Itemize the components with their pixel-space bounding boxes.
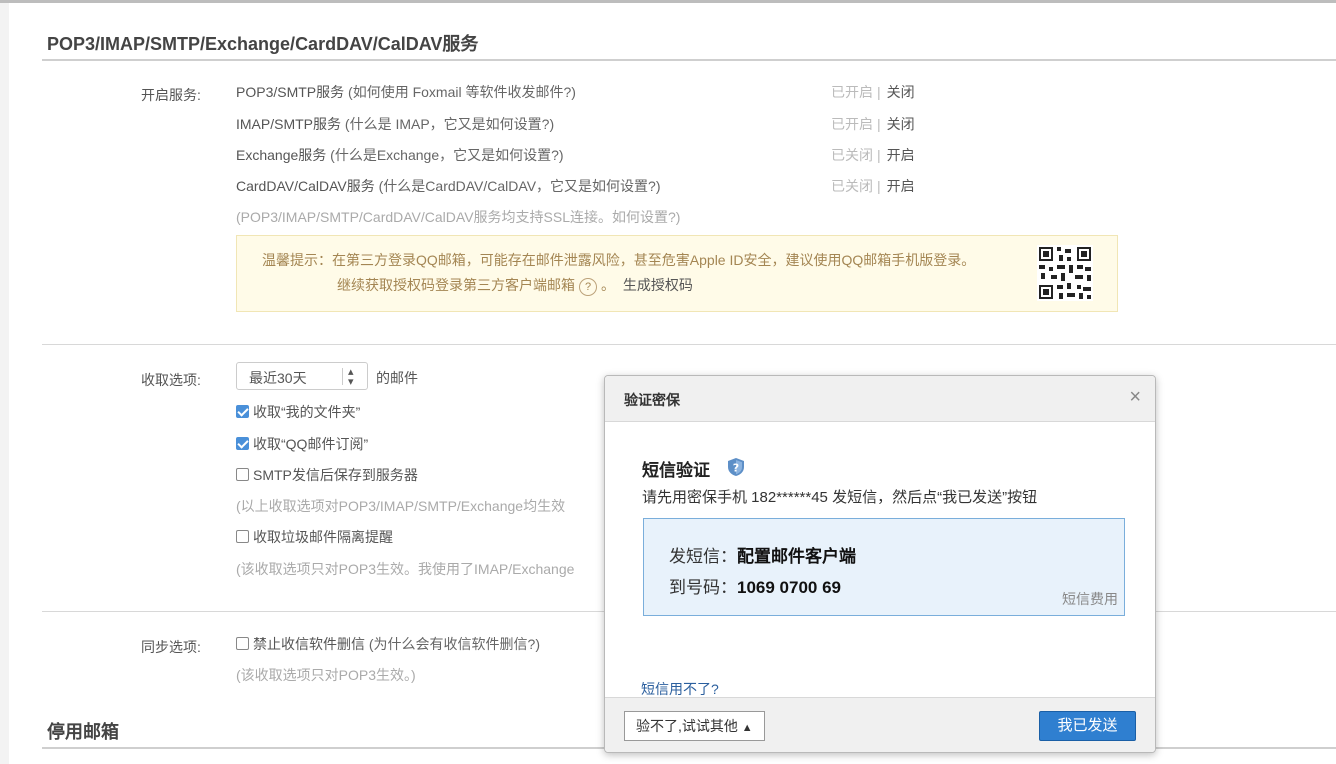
toggle-link-imap[interactable]: 关闭 [887, 116, 915, 132]
svg-text:?: ? [733, 462, 739, 475]
receive-opt-folders[interactable]: 收取“我的文件夹” [236, 402, 360, 422]
select-value: 最近30天 [249, 370, 307, 386]
section-divider [42, 344, 1336, 345]
select-arrows-icon: ▴ ▾ [348, 366, 354, 388]
section-title: POP3/IMAP/SMTP/Exchange/CardDAV/CalDAV服务 [47, 34, 479, 54]
status-text: 已关闭 [831, 147, 873, 163]
checkbox-checked[interactable] [236, 405, 249, 418]
sms-instructions: 请先用密保手机 182******45 发短信，然后点“我已发送”按钮 [642, 489, 1038, 506]
status-text: 已关闭 [831, 178, 873, 194]
service-row-pop3: POP3/SMTP服务 (如何使用 Foxmail 等软件收发邮件?) [236, 82, 576, 102]
tip-line2: 继续获取授权码登录第三方客户端邮箱?。 生成授权码 [337, 275, 693, 296]
service-name: POP3/SMTP服务 [236, 84, 345, 100]
receive-range-select[interactable]: 最近30天 ▴ ▾ [236, 362, 368, 390]
toggle-link-exchange[interactable]: 开启 [887, 147, 915, 163]
checkbox-unchecked[interactable] [236, 468, 249, 481]
checkbox-label: 收取“我的文件夹” [253, 404, 361, 420]
status-text: 已开启 [831, 84, 873, 100]
tip-text: 继续获取授权码登录第三方客户端邮箱 [337, 277, 575, 293]
send-value: 配置邮件客户端 [737, 547, 856, 566]
sms-fee-link[interactable]: 短信费用 [1062, 589, 1118, 609]
number-value: 1069 0700 69 [737, 578, 841, 597]
checkbox-label: 收取垃圾邮件隔离提醒 [253, 529, 393, 545]
checkbox-label: SMTP发信后保存到服务器 [253, 467, 418, 483]
service-status-imap: 已开启 | 关闭 [831, 116, 915, 132]
toggle-link-carddav[interactable]: 开启 [887, 178, 915, 194]
sync-opt-no-delete[interactable]: 禁止收信软件删信 (为什么会有收信软件删信?) [236, 634, 540, 654]
receive-opt-smtp-save[interactable]: SMTP发信后保存到服务器 [236, 465, 418, 485]
number-label: 到号码： [669, 578, 737, 597]
button-label: 验不了,试试其他 [636, 718, 738, 734]
disable-mailbox-title: 停用邮箱 [47, 722, 119, 742]
receive-options-label: 收取选项: [141, 372, 201, 388]
left-gutter [0, 3, 9, 764]
service-row-carddav: CardDAV/CalDAV服务 (什么是CardDAV/CalDAV，它又是如… [236, 176, 661, 196]
send-label: 发短信： [669, 547, 737, 566]
try-other-button[interactable]: 验不了,试试其他 ▲ [624, 711, 765, 741]
tip-line1: 温馨提示：在第三方登录QQ邮箱，可能存在邮件泄露风险，甚至危害Apple ID安… [262, 252, 976, 268]
receive-note1: (以上收取选项对POP3/IMAP/SMTP/Exchange均生效 [236, 498, 566, 514]
service-status-pop3: 已开启 | 关闭 [831, 84, 915, 100]
help-icon[interactable]: ? [579, 278, 597, 296]
sms-info-box: 发短信：配置邮件客户端 到号码：1069 0700 69 短信费用 [643, 518, 1125, 616]
service-status-exchange: 已关闭 | 开启 [831, 147, 915, 163]
receive-suffix: 的邮件 [376, 370, 418, 386]
status-text: 已开启 [831, 116, 873, 132]
sync-help-link[interactable]: (为什么会有收信软件删信?) [369, 636, 540, 652]
ssl-note[interactable]: (POP3/IMAP/SMTP/CardDAV/CalDAV服务均支持SSL连接… [236, 207, 680, 227]
sync-options-label: 同步选项: [141, 639, 201, 655]
dialog-footer: 验不了,试试其他 ▲ 我已发送 [605, 697, 1155, 752]
service-name: IMAP/SMTP服务 [236, 116, 342, 132]
checkbox-label: 禁止收信软件删信 [253, 636, 365, 652]
open-services-label: 开启服务: [141, 87, 201, 103]
toggle-link-pop3[interactable]: 关闭 [887, 84, 915, 100]
sync-note: (该收取选项只对POP3生效。) [236, 667, 416, 683]
checkbox-label: 收取“QQ邮件订阅” [253, 436, 369, 452]
sms-verify-heading: 短信验证 [642, 461, 710, 480]
shield-question-icon: ? [728, 458, 744, 476]
service-help-link[interactable]: (如何使用 Foxmail 等软件收发邮件?) [348, 84, 576, 100]
sms-unavailable-link[interactable]: 短信用不了? [641, 679, 719, 699]
service-name: Exchange服务 [236, 147, 327, 163]
dialog-header: 验证密保 × [605, 376, 1155, 422]
service-name: CardDAV/CalDAV服务 [236, 178, 375, 194]
checkbox-unchecked[interactable] [236, 530, 249, 543]
service-help-link[interactable]: (什么是Exchange，它又是如何设置?) [330, 147, 563, 163]
checkbox-checked[interactable] [236, 437, 249, 450]
service-status-carddav: 已关闭 | 开启 [831, 178, 915, 194]
send-content-row: 发短信：配置邮件客户端 [669, 542, 856, 567]
receive-opt-subscription[interactable]: 收取“QQ邮件订阅” [236, 434, 368, 454]
warning-tip-box: 温馨提示：在第三方登录QQ邮箱，可能存在邮件泄露风险，甚至危害Apple ID安… [236, 235, 1118, 312]
section-divider [42, 59, 1336, 61]
send-number-row: 到号码：1069 0700 69 [669, 573, 841, 598]
dialog-title: 验证密保 [624, 392, 680, 408]
service-help-link[interactable]: (什么是 IMAP，它又是如何设置?) [345, 116, 554, 132]
service-help-link[interactable]: (什么是CardDAV/CalDAV，它又是如何设置?) [379, 178, 661, 194]
verify-dialog: 验证密保 × 短信验证 ? 请先用密保手机 182******45 发短信，然后… [604, 375, 1156, 753]
receive-note2: (该收取选项只对POP3生效。我使用了IMAP/Exchange [236, 561, 575, 577]
close-icon[interactable]: × [1129, 387, 1141, 407]
generate-code-link[interactable]: 生成授权码 [623, 277, 693, 293]
receive-opt-spam-notice[interactable]: 收取垃圾邮件隔离提醒 [236, 527, 393, 547]
service-row-exchange: Exchange服务 (什么是Exchange，它又是如何设置?) [236, 145, 564, 165]
tip-period: 。 [601, 277, 615, 293]
caret-up-icon: ▲ [741, 722, 753, 734]
sent-button[interactable]: 我已发送 [1039, 711, 1136, 741]
checkbox-unchecked[interactable] [236, 637, 249, 650]
service-row-imap: IMAP/SMTP服务 (什么是 IMAP，它又是如何设置?) [236, 114, 554, 134]
qr-code-icon [1037, 245, 1093, 301]
